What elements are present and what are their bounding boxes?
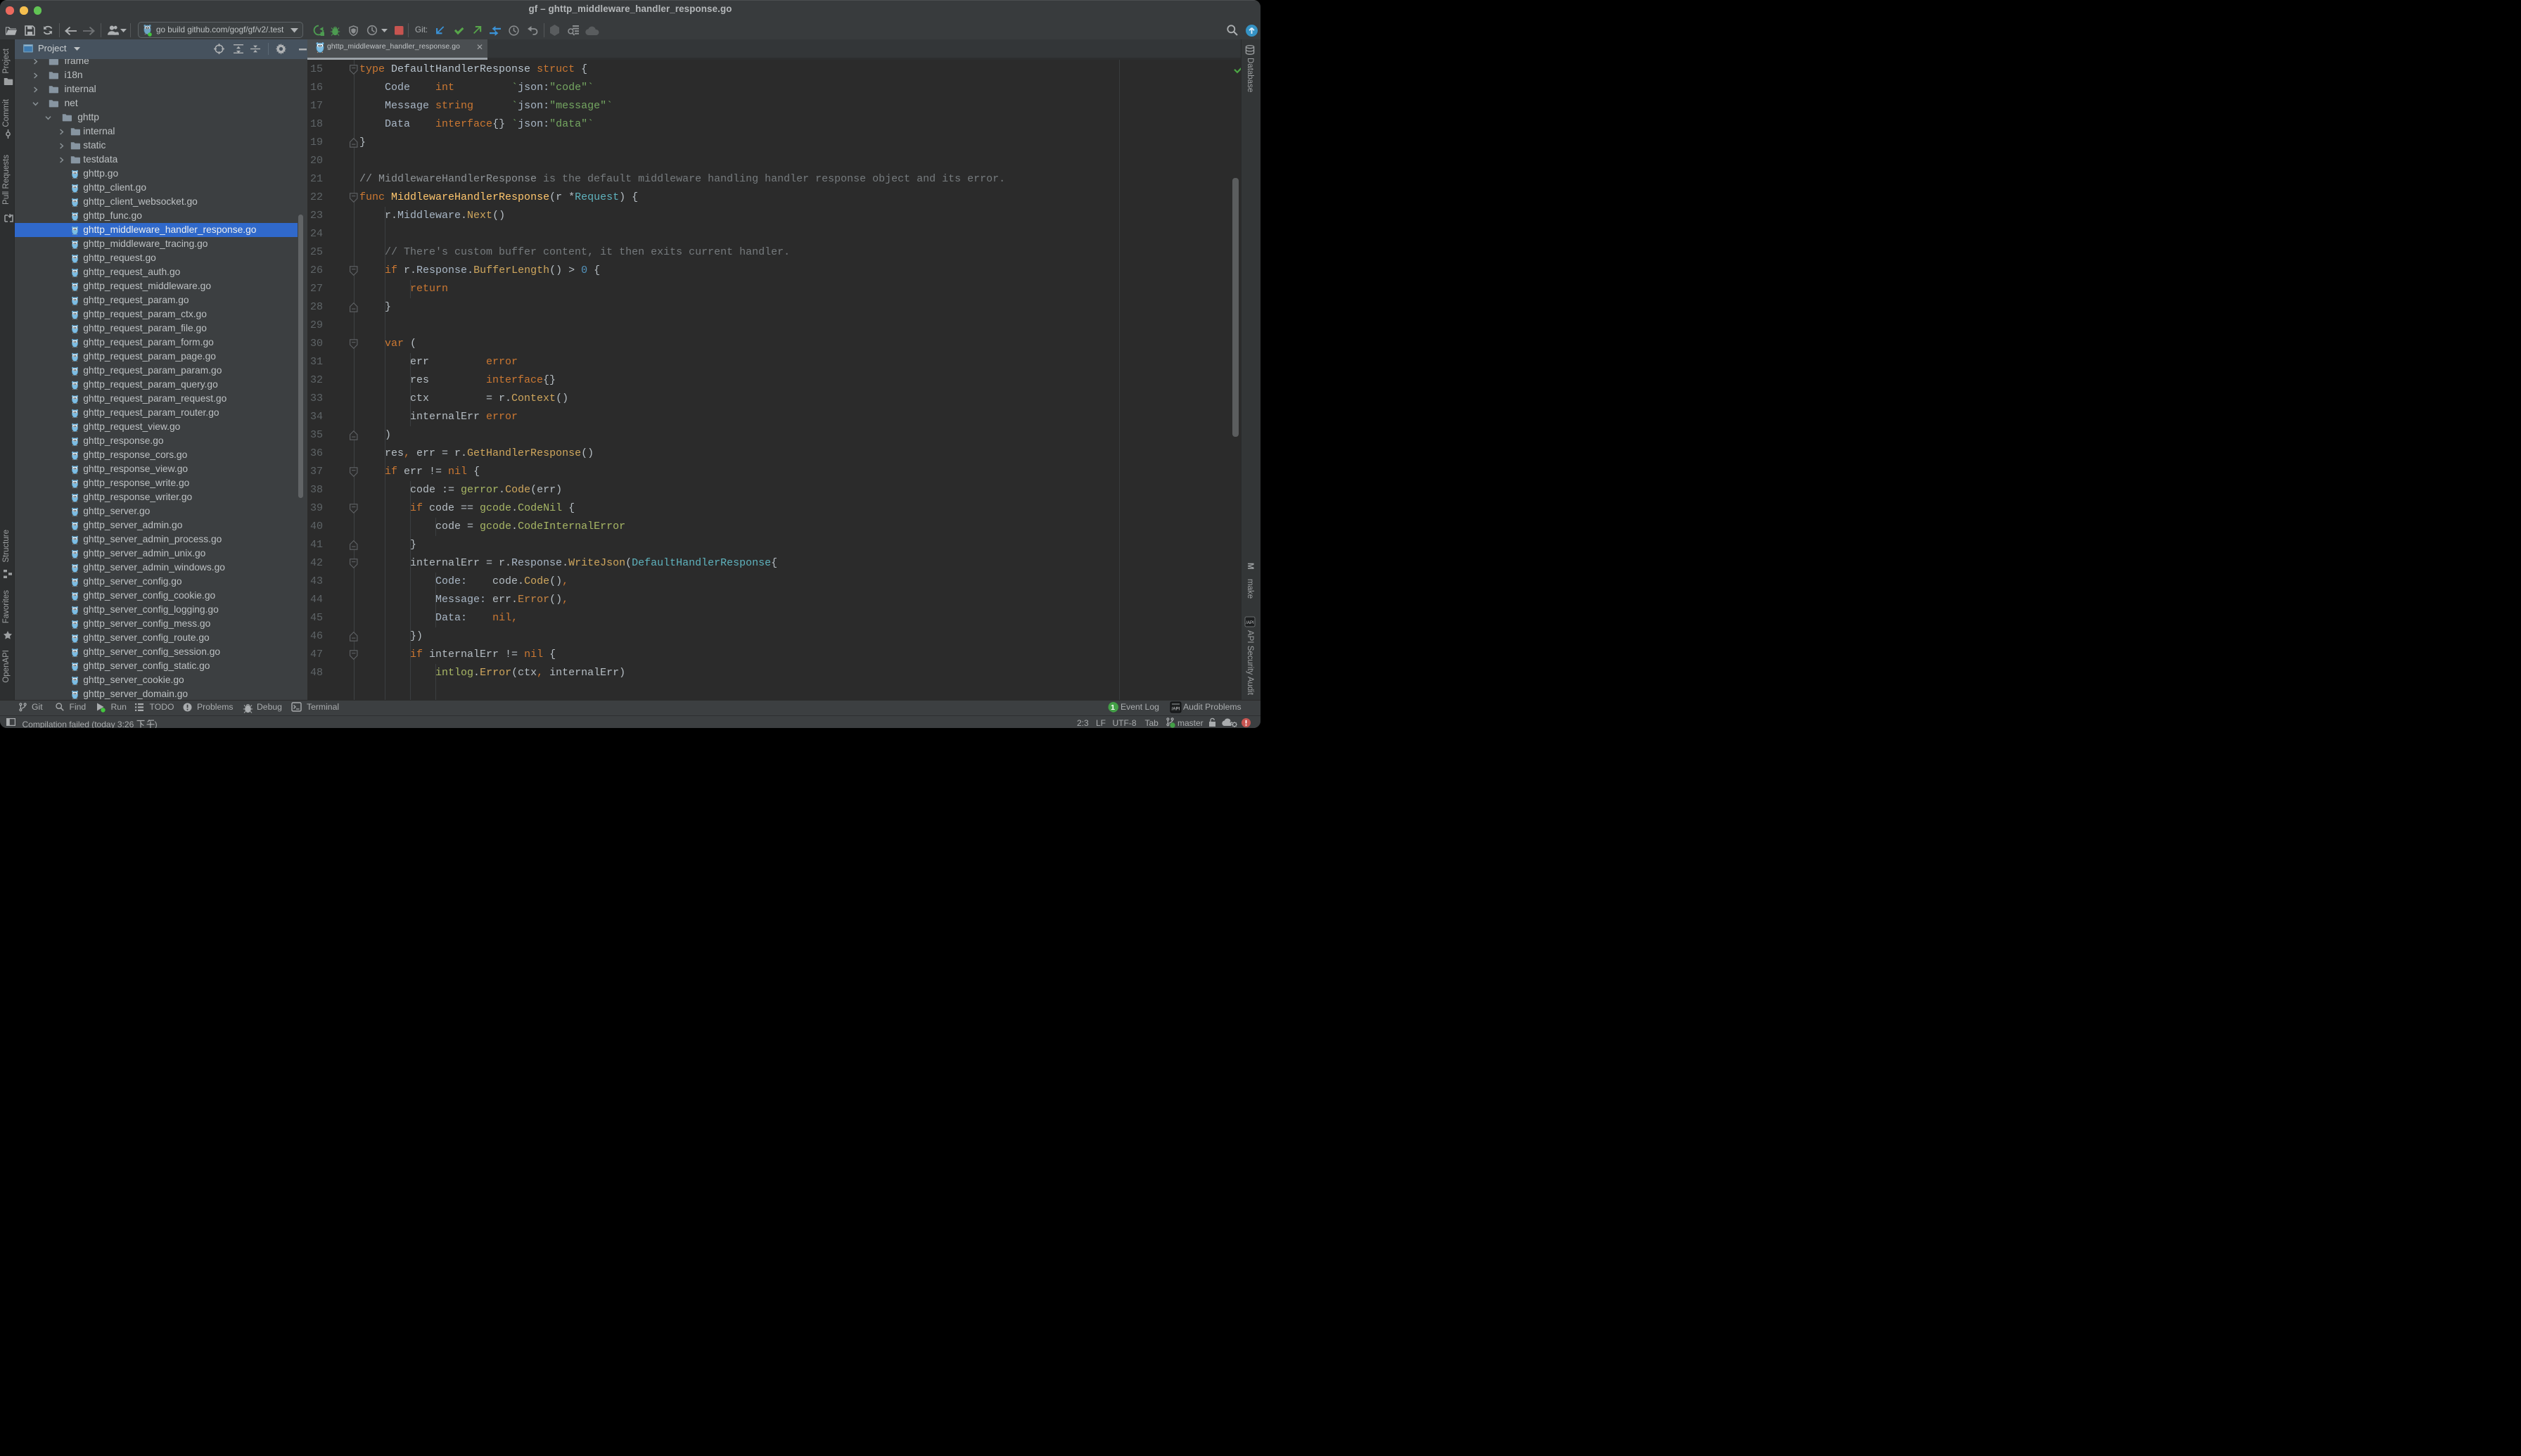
svg-text:/API: /API bbox=[1246, 621, 1254, 625]
svg-text:/API: /API bbox=[1172, 707, 1180, 712]
svg-text:1: 1 bbox=[1111, 703, 1115, 712]
